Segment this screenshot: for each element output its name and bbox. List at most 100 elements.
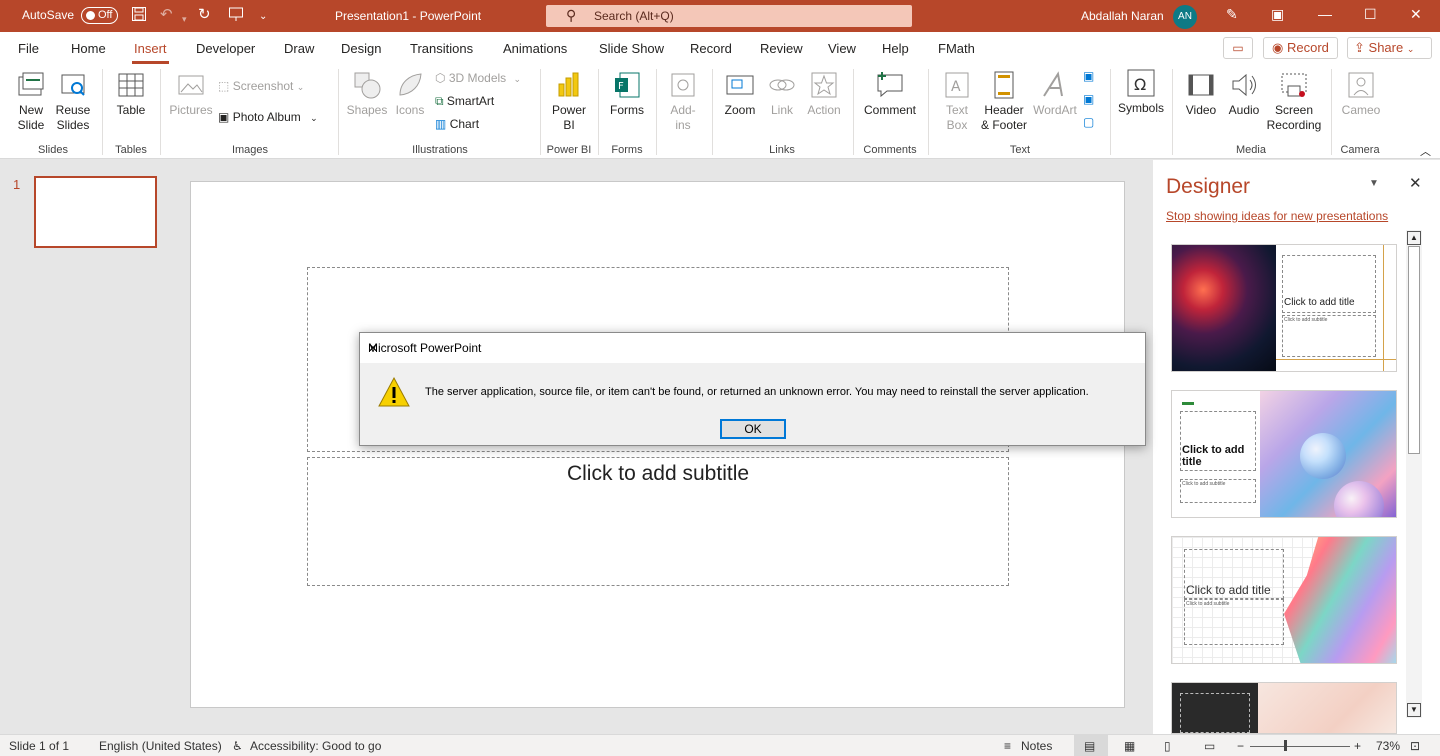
design-idea-card-2[interactable]: Click to add title Click to add subtitle xyxy=(1171,390,1397,518)
table-button[interactable]: Table xyxy=(109,70,153,118)
accessibility-status[interactable]: Accessibility: Good to go xyxy=(250,739,381,753)
undo-icon[interactable]: ↶ xyxy=(160,6,173,24)
screen-recording-button[interactable]: Screen Recording xyxy=(1266,70,1322,133)
collapse-ribbon-icon[interactable]: ︿ xyxy=(1420,143,1431,159)
language-indicator[interactable]: English (United States) xyxy=(99,739,222,753)
normal-view-icon[interactable]: ▤ xyxy=(1084,739,1095,753)
ribbon-display-icon[interactable]: ▣ xyxy=(1271,6,1284,23)
chevron-down-icon[interactable]: ▼ xyxy=(1369,178,1379,189)
cameo-button[interactable]: Cameo xyxy=(1338,70,1384,118)
close-icon[interactable]: ✕ xyxy=(368,341,378,355)
slide-indicator: Slide 1 of 1 xyxy=(9,739,70,753)
video-button[interactable]: Video xyxy=(1181,70,1221,118)
share-button[interactable]: ⇪ Share ⌄ xyxy=(1347,37,1432,59)
wordart-button[interactable]: WordArt xyxy=(1030,70,1080,118)
tab-home[interactable]: Home xyxy=(71,41,106,56)
tab-transitions[interactable]: Transitions xyxy=(410,41,473,56)
forms-button[interactable]: F Forms xyxy=(605,70,649,118)
scrollbar-thumb[interactable] xyxy=(1408,246,1420,454)
group-comments-label: Comments xyxy=(863,144,917,156)
photo-album-button[interactable]: ▣ Photo Album ⌄ xyxy=(218,110,318,124)
smartart-button[interactable]: ⧉ SmartArt xyxy=(435,94,494,109)
reading-view-icon[interactable]: ▯ xyxy=(1164,739,1171,753)
reuse-slides-button[interactable]: Reuse Slides xyxy=(53,70,93,133)
slide-show-icon[interactable]: ▭ xyxy=(1204,739,1215,753)
object-icon[interactable]: ▢ xyxy=(1083,115,1094,129)
subtitle-placeholder[interactable]: Click to add subtitle xyxy=(307,457,1009,586)
chart-button[interactable]: ▥ Chart xyxy=(435,117,479,131)
close-icon[interactable]: ✕ xyxy=(1409,174,1422,192)
autosave-toggle[interactable]: Off xyxy=(81,7,118,24)
pictures-button[interactable]: Pictures xyxy=(168,70,214,118)
ok-button[interactable]: OK xyxy=(720,419,786,439)
design-idea-card-4[interactable] xyxy=(1171,682,1397,734)
customize-qat-icon[interactable]: ⌄ xyxy=(259,8,267,26)
zoom-slider[interactable] xyxy=(1250,746,1350,747)
design-idea-card-3[interactable]: Click to add title Click to add subtitle xyxy=(1171,536,1397,664)
zoom-icon xyxy=(726,75,754,95)
record-button[interactable]: ◉ Record xyxy=(1263,37,1338,59)
redo-icon[interactable]: ↻ xyxy=(198,6,211,24)
tab-insert[interactable]: Insert xyxy=(132,41,169,64)
minimize-icon[interactable]: — xyxy=(1318,6,1332,22)
comments-button[interactable]: ▭ xyxy=(1223,37,1253,59)
avatar[interactable]: AN xyxy=(1173,5,1197,29)
svg-text:A: A xyxy=(951,79,961,95)
designer-scrollbar[interactable]: ▲ ▼ xyxy=(1406,230,1422,718)
comment-button[interactable]: Comment xyxy=(860,70,920,118)
add-ins-button[interactable]: Add- ins xyxy=(662,70,704,133)
fit-to-window-icon[interactable]: ⊡ xyxy=(1410,739,1420,753)
link-icon xyxy=(769,79,795,91)
screenshot-button[interactable]: ⬚ Screenshot ⌄ xyxy=(218,79,304,93)
tab-animations[interactable]: Animations xyxy=(503,41,567,56)
notes-button[interactable]: Notes xyxy=(1021,739,1052,753)
shapes-button[interactable]: Shapes xyxy=(345,70,389,118)
tab-record[interactable]: Record xyxy=(690,41,732,56)
undo-dropdown-icon[interactable]: ▾ xyxy=(182,10,187,28)
tab-developer[interactable]: Developer xyxy=(196,41,255,56)
group-divider xyxy=(338,69,339,155)
tab-help[interactable]: Help xyxy=(882,41,909,56)
tab-review[interactable]: Review xyxy=(760,41,803,56)
slide-number-icon[interactable]: ▣ xyxy=(1083,92,1094,106)
group-forms-label: Forms xyxy=(611,144,643,156)
zoom-in-icon[interactable]: + xyxy=(1354,739,1361,753)
group-camera-label: Camera xyxy=(1340,144,1380,156)
text-box-label: Text Box xyxy=(945,103,968,132)
action-button[interactable]: Action xyxy=(804,70,844,118)
stop-showing-ideas-link[interactable]: Stop showing ideas for new presentations xyxy=(1166,209,1388,223)
zoom-slider-thumb[interactable] xyxy=(1284,740,1287,751)
3d-models-button[interactable]: ⬡ 3D Models ⌄ xyxy=(435,71,521,85)
audio-button[interactable]: Audio xyxy=(1224,70,1264,118)
save-icon[interactable] xyxy=(131,6,147,27)
scroll-up-icon[interactable]: ▲ xyxy=(1407,231,1421,245)
present-icon[interactable] xyxy=(228,6,244,27)
zoom-level[interactable]: 73% xyxy=(1376,739,1400,753)
tab-design[interactable]: Design xyxy=(341,41,381,56)
close-icon[interactable]: ✕ xyxy=(1410,6,1422,23)
tab-draw[interactable]: Draw xyxy=(284,41,314,56)
text-box-button[interactable]: A Text Box xyxy=(937,70,977,133)
power-bi-button[interactable]: Power BI xyxy=(547,70,591,133)
tab-slide-show[interactable]: Slide Show xyxy=(599,41,664,56)
scroll-down-icon[interactable]: ▼ xyxy=(1407,703,1421,717)
design-idea-card-1[interactable]: Click to add title Click to add subtitle xyxy=(1171,244,1397,372)
date-time-icon[interactable]: ▣ xyxy=(1083,69,1094,83)
header-footer-button[interactable]: Header & Footer xyxy=(978,70,1030,133)
tab-file[interactable]: File xyxy=(18,41,39,56)
link-button[interactable]: Link xyxy=(764,70,800,118)
tab-fmath[interactable]: FMath xyxy=(938,41,975,56)
new-slide-button[interactable]: New Slide xyxy=(9,70,53,133)
zoom-out-icon[interactable]: − xyxy=(1237,739,1244,753)
slide-thumbnail[interactable] xyxy=(34,176,157,248)
user-name[interactable]: Abdallah Naran xyxy=(1081,9,1164,23)
screenshot-label: Screenshot xyxy=(232,79,294,93)
slide-sorter-icon[interactable]: ▦ xyxy=(1124,739,1135,753)
icons-button[interactable]: Icons xyxy=(392,70,428,118)
maximize-icon[interactable]: ☐ xyxy=(1364,6,1377,23)
zoom-button[interactable]: Zoom xyxy=(720,70,760,118)
search-box[interactable]: ⚲ Search (Alt+Q) xyxy=(546,5,912,27)
tab-view[interactable]: View xyxy=(828,41,856,56)
pen-icon[interactable]: ✎ xyxy=(1226,6,1238,23)
symbols-button[interactable]: Ω Symbols xyxy=(1116,68,1166,116)
